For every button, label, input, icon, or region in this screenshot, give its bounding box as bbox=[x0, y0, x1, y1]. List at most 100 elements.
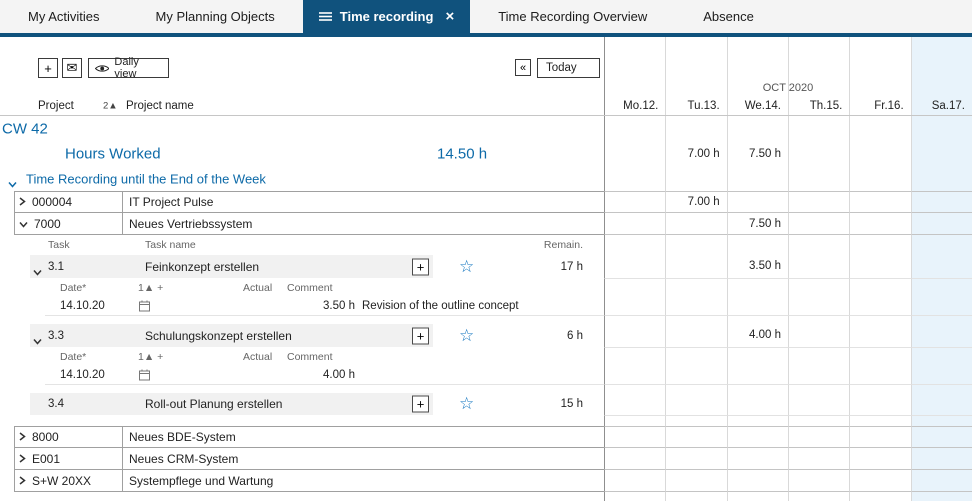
day-cell bbox=[665, 470, 726, 492]
day-cell bbox=[788, 323, 849, 348]
day-cell bbox=[788, 348, 849, 365]
day-cell bbox=[788, 213, 849, 235]
day-cell bbox=[727, 116, 788, 141]
project-row[interactable]: 8000 Neues BDE-System bbox=[14, 426, 604, 448]
chevron-right-icon[interactable] bbox=[19, 474, 26, 488]
add-entry-button[interactable]: + bbox=[412, 327, 429, 344]
project-row[interactable]: S+W 20XX Systempflege und Wartung bbox=[14, 470, 604, 492]
day-cell bbox=[665, 492, 726, 501]
tab-my-activities[interactable]: My Activities bbox=[0, 0, 128, 33]
day-grid-row bbox=[604, 385, 972, 392]
column-header-task[interactable]: Task bbox=[48, 239, 70, 251]
day-cell bbox=[788, 254, 849, 279]
table-header: Project 2▲ Project name bbox=[0, 97, 604, 115]
day-cell bbox=[788, 166, 849, 191]
day-cell bbox=[665, 348, 726, 365]
day-header: Mo.12. bbox=[604, 97, 665, 115]
day-cell bbox=[665, 426, 726, 448]
entry-date: 14.10.20 bbox=[60, 369, 105, 381]
hours-worked-label: Hours Worked bbox=[65, 145, 161, 162]
column-header-date[interactable]: Date* bbox=[60, 351, 86, 363]
day-grid-row: OCT 2020 bbox=[604, 79, 972, 97]
tab-label: Time recording bbox=[340, 9, 434, 24]
column-header-date[interactable]: Date* bbox=[60, 282, 86, 294]
favorite-star-icon[interactable]: ☆ bbox=[459, 257, 474, 274]
day-cell bbox=[911, 316, 972, 323]
column-header-actual[interactable]: Actual bbox=[243, 282, 272, 294]
column-header-comment[interactable]: Comment bbox=[287, 351, 333, 363]
sort-indicator[interactable]: 1▲ + bbox=[138, 282, 163, 294]
week-title: CW 42 bbox=[2, 120, 48, 137]
day-cell bbox=[665, 235, 726, 254]
column-header-remaining[interactable]: Remain. bbox=[544, 239, 583, 251]
project-row[interactable]: 7000 Neues Vertriebssystem bbox=[14, 213, 604, 235]
add-booking-button[interactable]: + bbox=[38, 58, 58, 78]
day-cell bbox=[788, 116, 849, 141]
favorite-star-icon[interactable]: ☆ bbox=[459, 395, 474, 412]
chevron-right-icon[interactable] bbox=[19, 195, 26, 209]
project-code: E001 bbox=[32, 452, 60, 466]
day-value: 3.50 h bbox=[749, 260, 781, 272]
day-grid-row bbox=[604, 235, 972, 254]
column-header-project[interactable]: Project bbox=[38, 100, 74, 112]
day-cell bbox=[727, 296, 788, 316]
day-grid-row bbox=[604, 279, 972, 296]
day-cell bbox=[727, 37, 788, 57]
day-grid-row bbox=[604, 470, 972, 492]
remaining-hours: 15 h bbox=[561, 398, 583, 410]
day-cell bbox=[911, 416, 972, 426]
today-button[interactable]: Today bbox=[537, 58, 600, 78]
column-header-task-name[interactable]: Task name bbox=[145, 239, 196, 251]
chevron-right-icon[interactable] bbox=[19, 430, 26, 444]
calendar-icon[interactable] bbox=[139, 369, 150, 381]
entry-row: 14.10.20 4.00 h bbox=[0, 365, 604, 385]
day-cell bbox=[849, 470, 910, 492]
project-name: IT Project Pulse bbox=[129, 195, 213, 209]
menu-icon bbox=[319, 11, 332, 22]
tab-my-planning-objects[interactable]: My Planning Objects bbox=[128, 0, 303, 33]
day-cell bbox=[604, 166, 665, 191]
tab-time-recording[interactable]: Time recording × bbox=[303, 0, 470, 33]
day-cell bbox=[665, 116, 726, 141]
project-row[interactable]: E001 Neues CRM-System bbox=[14, 448, 604, 470]
project-row[interactable]: 000004 IT Project Pulse bbox=[14, 191, 604, 213]
remaining-hours: 17 h bbox=[561, 261, 583, 273]
project-code: S+W 20XX bbox=[32, 474, 91, 488]
day-cell bbox=[604, 316, 665, 323]
day-cell bbox=[604, 116, 665, 141]
calendar-icon[interactable] bbox=[139, 300, 150, 312]
tab-time-recording-overview[interactable]: Time Recording Overview bbox=[470, 0, 675, 33]
column-header-actual[interactable]: Actual bbox=[243, 351, 272, 363]
entry-comment: Revision of the outline concept bbox=[362, 300, 519, 312]
day-cell bbox=[788, 426, 849, 448]
view-selector[interactable]: Daily view bbox=[88, 58, 169, 78]
column-header-project-name[interactable]: Project name bbox=[126, 100, 194, 112]
close-icon[interactable]: × bbox=[445, 9, 454, 24]
add-entry-button[interactable]: + bbox=[412, 258, 429, 275]
task-id: 3.4 bbox=[48, 398, 64, 410]
chevron-right-icon[interactable] bbox=[19, 452, 26, 466]
time-recording-app: My Activities My Planning Objects Time r… bbox=[0, 0, 972, 501]
group-title: Time Recording until the End of the Week bbox=[26, 171, 266, 186]
sort-indicator[interactable]: 2▲ bbox=[103, 101, 118, 112]
tab-absence[interactable]: Absence bbox=[675, 0, 782, 33]
day-cell bbox=[911, 254, 972, 279]
day-cell bbox=[849, 279, 910, 296]
day-cell bbox=[665, 213, 726, 235]
send-mail-button[interactable]: ✉ bbox=[62, 58, 82, 78]
favorite-star-icon[interactable]: ☆ bbox=[459, 326, 474, 343]
tab-label: My Activities bbox=[28, 9, 100, 24]
day-cell: 3.50 h bbox=[727, 254, 788, 279]
toolbar: + ✉ Daily view « Today bbox=[0, 57, 604, 79]
add-entry-button[interactable]: + bbox=[412, 396, 429, 413]
entry-date: 14.10.20 bbox=[60, 300, 105, 312]
day-cell bbox=[911, 235, 972, 254]
column-header-comment[interactable]: Comment bbox=[287, 282, 333, 294]
chevron-down-icon[interactable] bbox=[19, 217, 28, 231]
day-cell: 7.50 h bbox=[727, 141, 788, 166]
sort-indicator[interactable]: 1▲ + bbox=[138, 351, 163, 363]
previous-period-button[interactable]: « bbox=[515, 59, 531, 76]
tab-label: My Planning Objects bbox=[156, 9, 275, 24]
day-grid-row bbox=[604, 426, 972, 448]
day-cell bbox=[911, 141, 972, 166]
